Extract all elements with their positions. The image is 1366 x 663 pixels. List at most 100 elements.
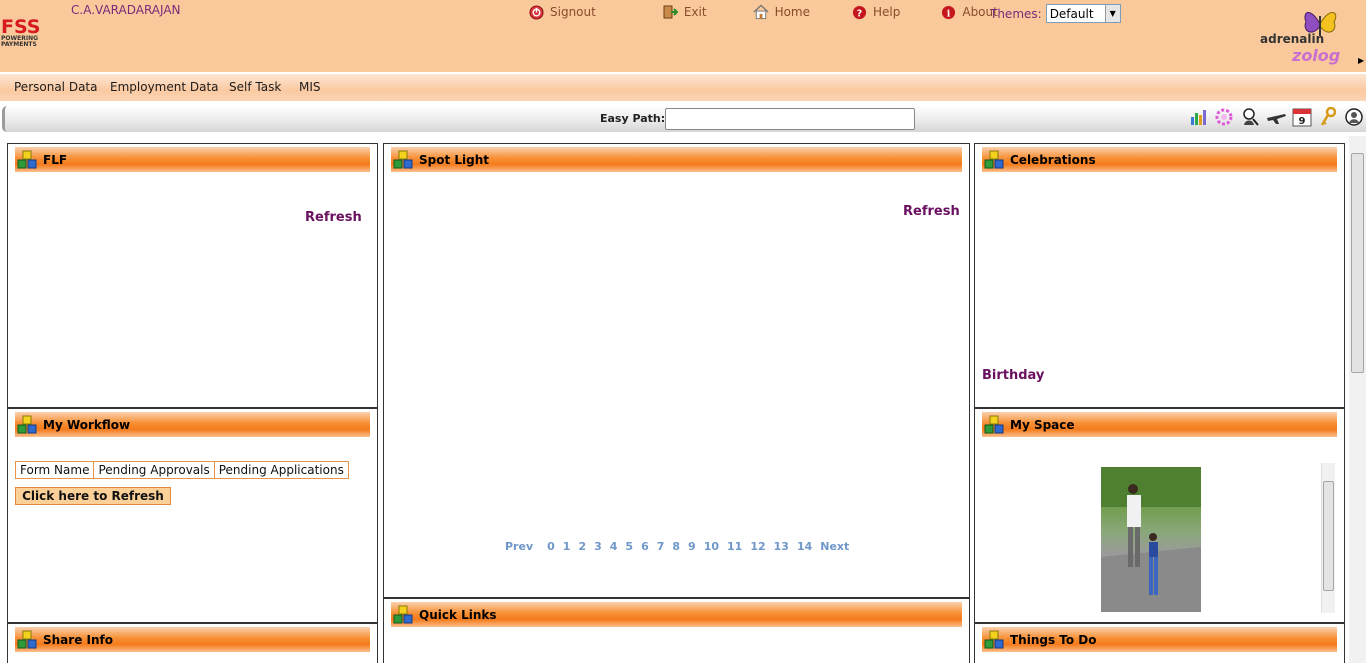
pager-page[interactable]: 14 <box>797 540 812 553</box>
home-label: Home <box>774 5 810 19</box>
menu-personal-data[interactable]: Personal Data <box>14 80 97 94</box>
toolbar-icons: 9 <box>1185 106 1366 128</box>
myspace-title: My Space <box>1010 417 1075 432</box>
pager-next[interactable]: Next <box>820 540 849 553</box>
pager-page[interactable]: 12 <box>750 540 765 553</box>
spotlight-refresh-link[interactable]: Refresh <box>903 204 960 219</box>
header: FSS POWERING PAYMENTS C.A.VARADARAJAN Si… <box>0 0 1366 72</box>
shareinfo-title: Share Info <box>43 632 113 647</box>
cubes-icon <box>984 630 1004 648</box>
flf-header: FLF <box>15 147 370 173</box>
logo-text: FSS <box>1 16 41 38</box>
myspace-scrollbar[interactable] <box>1321 463 1335 613</box>
pager-prev[interactable]: Prev <box>505 540 533 553</box>
main-menu: Personal Data Employment Data Self Task … <box>0 73 1366 101</box>
myspace-header: My Space <box>982 412 1337 438</box>
column-pending-approvals: Pending Approvals <box>94 462 215 478</box>
cubes-icon <box>17 630 37 648</box>
scroll-thumb[interactable] <box>1323 481 1334 591</box>
pager-page[interactable]: 13 <box>774 540 789 553</box>
shareinfo-header: Share Info <box>15 627 370 653</box>
pager-page[interactable]: 5 <box>625 540 633 553</box>
easy-path-input[interactable] <box>665 108 915 130</box>
menu-employment-data[interactable]: Employment Data <box>110 80 219 94</box>
page-scroll-thumb[interactable] <box>1351 153 1364 373</box>
user-help-icon[interactable] <box>1341 106 1366 128</box>
home-icon <box>753 4 769 20</box>
spotlight-title: Spot Light <box>419 152 490 167</box>
celebrations-panel: Celebrations Birthday <box>974 143 1345 408</box>
scroll-right-icon[interactable]: ▶ <box>1358 56 1364 65</box>
brand-adrenalin: adrenalin <box>1260 32 1325 46</box>
cubes-icon <box>17 150 37 168</box>
pager-page[interactable]: 10 <box>704 540 719 553</box>
exit-link[interactable]: Exit <box>662 4 707 20</box>
quicklinks-header: Quick Links <box>391 602 962 628</box>
calendar-icon[interactable]: 9 <box>1289 106 1315 128</box>
brand-zolog: zolog <box>1292 46 1341 65</box>
workflow-refresh-button[interactable]: Click here to Refresh <box>15 487 171 505</box>
cubes-icon <box>393 605 413 623</box>
top-nav: Signout Exit Home ? Help i About <box>528 3 1024 21</box>
pager-page[interactable]: 7 <box>657 540 665 553</box>
flf-title: FLF <box>43 152 68 167</box>
flf-panel: FLF Refresh <box>7 143 378 408</box>
signout-icon <box>528 4 544 20</box>
pager-page[interactable]: 0 <box>547 540 555 553</box>
column-form-name: Form Name <box>16 462 95 478</box>
workflow-table-header: Form Name Pending Approvals Pending Appl… <box>15 461 349 479</box>
chevron-down-icon[interactable]: ▼ <box>1104 5 1120 22</box>
shareinfo-panel: Share Info <box>7 623 378 663</box>
quicklinks-panel: Quick Links <box>383 598 970 663</box>
about-icon: i <box>940 4 956 20</box>
pager-page[interactable]: 2 <box>578 540 586 553</box>
column-pending-applications: Pending Applications <box>218 463 344 477</box>
fss-logo: FSS POWERING PAYMENTS <box>1 18 49 54</box>
svg-text:i: i <box>947 8 951 19</box>
logo-tagline-2: PAYMENTS <box>1 41 37 48</box>
plane-icon[interactable] <box>1263 106 1289 128</box>
person-search-icon[interactable] <box>1237 106 1263 128</box>
workflow-panel: My Workflow Form Name Pending Approvals … <box>7 408 378 623</box>
page-scrollbar[interactable] <box>1349 136 1366 663</box>
pager-page[interactable]: 6 <box>641 540 649 553</box>
pager-page[interactable]: 9 <box>688 540 696 553</box>
flf-refresh-link[interactable]: Refresh <box>305 210 362 225</box>
thingstodo-header: Things To Do <box>982 627 1337 653</box>
pager-page[interactable]: 11 <box>727 540 742 553</box>
pager-page[interactable]: 3 <box>594 540 602 553</box>
pager-page[interactable]: 4 <box>610 540 618 553</box>
key-icon[interactable] <box>1315 106 1341 128</box>
chart-icon[interactable] <box>1185 106 1211 128</box>
workflow-header: My Workflow <box>15 412 370 438</box>
menu-self-task[interactable]: Self Task <box>229 80 281 94</box>
cubes-icon <box>984 415 1004 433</box>
quicklinks-title: Quick Links <box>419 607 497 622</box>
cubes-icon <box>393 150 413 168</box>
pager-page[interactable]: 8 <box>672 540 680 553</box>
birthday-link[interactable]: Birthday <box>982 368 1044 383</box>
spotlight-panel: Spot Light Refresh Prev 0 1 2 3 4 5 6 7 … <box>383 143 970 598</box>
pager-page[interactable]: 1 <box>563 540 571 553</box>
cubes-icon <box>17 415 37 433</box>
themes-select[interactable]: Default ▼ <box>1045 4 1121 23</box>
help-icon: ? <box>851 4 867 20</box>
help-link[interactable]: ? Help <box>851 4 900 20</box>
gear-flower-icon[interactable] <box>1211 106 1237 128</box>
exit-label: Exit <box>683 5 707 19</box>
adrenalin-zolog-logo: adrenalin zolog <box>1258 4 1363 66</box>
celebrations-title: Celebrations <box>1010 152 1096 167</box>
profile-photo <box>1101 467 1201 612</box>
signout-link[interactable]: Signout <box>528 4 596 20</box>
home-link[interactable]: Home <box>753 4 810 20</box>
celebrations-header: Celebrations <box>982 147 1337 173</box>
menu-mis[interactable]: MIS <box>299 80 321 94</box>
themes-label: Themes: <box>990 6 1042 21</box>
themes-selector: Themes: Default ▼ <box>990 4 1121 23</box>
signout-label: Signout <box>550 5 596 19</box>
calendar-day: 9 <box>1299 116 1306 127</box>
thingstodo-title: Things To Do <box>1010 632 1097 647</box>
username: C.A.VARADARAJAN <box>71 3 181 17</box>
easy-path-label: Easy Path: <box>600 112 666 125</box>
svg-text:?: ? <box>856 8 861 19</box>
